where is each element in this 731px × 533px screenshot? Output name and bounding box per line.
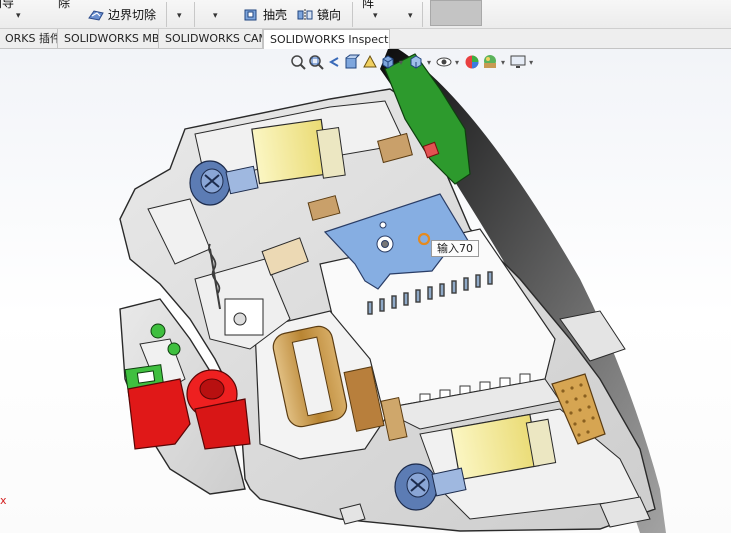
dropdown-arrow-c[interactable]: ▾ (408, 11, 413, 21)
wizard-dropdown-arrow[interactable]: ▾ (16, 11, 21, 21)
shell-label: 抽壳 (263, 8, 288, 22)
boundary-cut-icon (88, 8, 104, 22)
boundary-cut-button[interactable]: 边界切除 (88, 6, 156, 23)
tab-addins[interactable]: ORKS 插件 (0, 29, 58, 49)
cut-command-partial[interactable]: 除 (58, 0, 70, 11)
view-settings-icon[interactable] (510, 54, 526, 70)
apply-scene-dropdown[interactable]: ▾ (501, 58, 505, 67)
boundary-cut-label: 边界切除 (108, 8, 157, 22)
heads-up-view-toolbar: ▾ ▾ ▾ ▾ ▾ (290, 52, 600, 72)
tab-solidworks-cam[interactable]: SOLIDWORKS CAM (159, 29, 263, 49)
dynamic-annotation-icon[interactable] (362, 54, 378, 70)
apply-scene-icon[interactable] (482, 54, 498, 70)
edit-appearance-icon[interactable] (464, 54, 480, 70)
mirror-button[interactable]: 镜向 (297, 6, 341, 23)
view-orientation-icon[interactable] (380, 54, 396, 70)
cut-label-partial: 除 (58, 0, 71, 10)
cad-model[interactable] (0, 49, 731, 533)
display-style-icon[interactable] (408, 54, 424, 70)
previous-view-icon[interactable] (326, 54, 342, 70)
shell-icon (243, 8, 259, 22)
upper-coil (251, 118, 346, 185)
pattern-dropdown-arrow[interactable]: ▾ (373, 11, 378, 21)
hide-show-icon[interactable] (436, 54, 452, 70)
shell-button[interactable]: 抽壳 (243, 6, 287, 23)
tab-solidworks-inspection[interactable]: SOLIDWORKS Inspection (263, 29, 390, 50)
display-style-dropdown[interactable]: ▾ (427, 58, 431, 67)
section-view-icon[interactable] (344, 54, 361, 70)
dropdown-arrow-a[interactable]: ▾ (177, 11, 182, 21)
wizard-label: 向导 (0, 0, 15, 10)
ribbon-separator (166, 2, 167, 27)
hide-show-dropdown[interactable]: ▾ (455, 58, 459, 67)
triad-axis-mark: x (0, 494, 7, 507)
ribbon-separator (194, 2, 195, 27)
wizard-command[interactable]: 向导 (0, 0, 14, 11)
ribbon-gray-button[interactable] (430, 0, 482, 26)
mirror-label: 镜向 (317, 8, 342, 22)
ribbon-separator (422, 2, 423, 27)
mirror-icon (297, 8, 313, 22)
zoom-to-fit-icon[interactable] (290, 54, 306, 70)
tab-label: SOLIDWORKS MBD (64, 32, 159, 45)
tab-label: SOLIDWORKS Inspection (270, 33, 389, 46)
command-manager-tabs: ORKS 插件 SOLIDWORKS MBD SOLIDWORKS CAM SO… (0, 29, 731, 50)
graphics-area[interactable]: ▾ ▾ ▾ ▾ ▾ 输入70 x (0, 49, 731, 533)
tab-solidworks-mbd[interactable]: SOLIDWORKS MBD (58, 29, 159, 49)
zoom-area-icon[interactable] (308, 54, 324, 70)
entity-tooltip: 输入70 (431, 240, 479, 257)
ribbon-separator (352, 2, 353, 27)
view-settings-dropdown[interactable]: ▾ (529, 58, 533, 67)
dropdown-arrow-b[interactable]: ▾ (213, 11, 218, 21)
tab-label: SOLIDWORKS CAM (165, 32, 263, 45)
pattern-command-partial[interactable]: 阵 (362, 0, 374, 11)
command-manager-ribbon: 向导 ▾ 除 边界切除 ▾ ▾ 抽壳 镜向 阵 ▾ ▾ (0, 0, 731, 29)
tab-label: ORKS 插件 (5, 32, 58, 45)
view-orientation-dropdown[interactable]: ▾ (399, 58, 403, 67)
pattern-label-partial: 阵 (362, 0, 375, 10)
